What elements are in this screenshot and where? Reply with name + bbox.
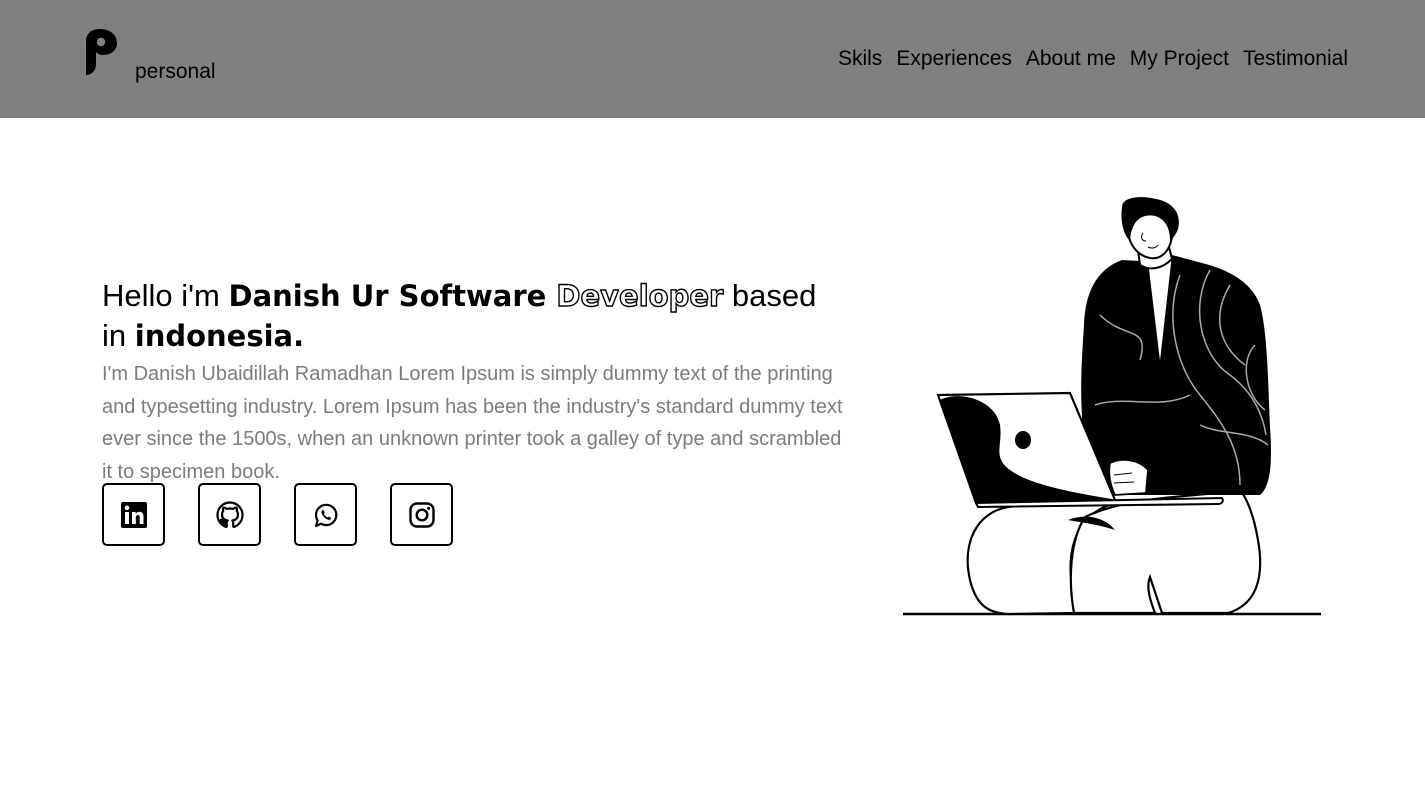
location-text: indonesia. xyxy=(134,319,305,353)
p-logo-icon[interactable] xyxy=(84,28,120,78)
linkedin-icon xyxy=(120,501,147,528)
whatsapp-button[interactable] xyxy=(294,483,357,546)
greeting-text: Hello i'm xyxy=(102,278,229,313)
main-nav: Skils Experiences About me My Project Te… xyxy=(838,47,1348,71)
hero-headline: Hello i'm Danish Ur Software Developer b… xyxy=(102,276,847,356)
nav-link-skills[interactable]: Skils xyxy=(838,47,882,71)
nav-link-about-me[interactable]: About me xyxy=(1026,47,1116,71)
github-button[interactable] xyxy=(198,483,261,546)
instagram-icon xyxy=(408,501,435,528)
hero-section: Hello i'm Danish Ur Software Developer b… xyxy=(102,276,847,488)
nav-link-experiences[interactable]: Experiences xyxy=(896,47,1012,71)
name-text: Danish Ur Software xyxy=(228,279,557,313)
github-icon xyxy=(215,500,244,528)
nav-link-testimonial[interactable]: Testimonial xyxy=(1243,47,1348,71)
linkedin-button[interactable] xyxy=(102,483,165,546)
instagram-button[interactable] xyxy=(390,483,453,546)
social-links xyxy=(102,483,453,546)
nav-link-my-project[interactable]: My Project xyxy=(1130,47,1229,71)
hero-bio: I'm Danish Ubaidillah Ramadhan Lorem Ips… xyxy=(102,363,843,483)
brand-name[interactable]: personal xyxy=(135,60,216,84)
person-with-laptop-illustration xyxy=(903,197,1321,616)
navbar: personal Skils Experiences About me My P… xyxy=(0,0,1425,118)
whatsapp-icon xyxy=(314,503,337,527)
role-outlined-text: Developer xyxy=(556,278,724,313)
